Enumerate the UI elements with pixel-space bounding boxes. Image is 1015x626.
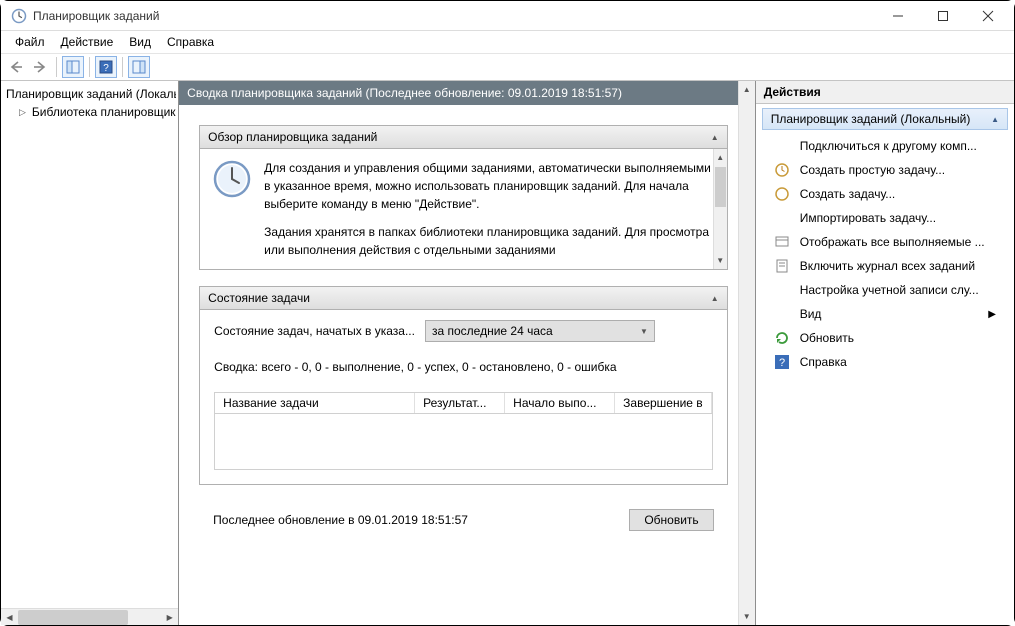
toolbar: ? [1,53,1014,81]
menu-view[interactable]: Вид [121,33,159,51]
refresh-icon [774,330,790,346]
actions-subheader-text: Планировщик заданий (Локальный) [771,112,971,126]
overview-p2: Задания хранятся в папках библиотеки пла… [264,223,715,259]
action-account-cfg-label: Настройка учетной записи слу... [800,283,979,297]
center-header: Сводка планировщика заданий (Последнее о… [179,81,738,105]
col-result[interactable]: Результат... [415,393,505,413]
action-show-running[interactable]: Отображать все выполняемые ... [756,230,1014,254]
overview-title: Обзор планировщика заданий [208,130,377,144]
overview-clock-icon [212,159,252,199]
tree-pane: Планировщик заданий (Локальный) ▷ Библио… [1,81,179,625]
status-section: Состояние задачи ▲ Состояние задач, нача… [199,286,728,485]
action-help[interactable]: ? Справка [756,350,1014,374]
action-import-label: Импортировать задачу... [800,211,936,225]
tree-library-label: Библиотека планировщика [32,105,176,119]
action-view-label: Вид [800,307,822,321]
actions-header: Действия [756,81,1014,104]
overview-section-header[interactable]: Обзор планировщика заданий ▲ [200,126,727,149]
enable-log-icon [774,258,790,274]
overview-v-scrollbar[interactable]: ▲ ▼ [713,149,727,269]
actions-pane: Действия Планировщик заданий (Локальный)… [755,81,1014,625]
last-update-text: Последнее обновление в 09.01.2019 18:51:… [213,513,468,527]
view-icon [774,306,790,322]
menu-file[interactable]: Файл [7,33,53,51]
refresh-button[interactable]: Обновить [629,509,713,531]
status-period-combo[interactable]: за последние 24 часа ▼ [425,320,655,342]
app-icon [11,8,27,24]
forward-button[interactable] [29,56,51,78]
center-v-scrollbar[interactable]: ▲ ▼ [738,81,755,625]
action-connect-label: Подключиться к другому комп... [800,139,977,153]
overview-p1: Для создания и управления общими задания… [264,159,715,213]
svg-text:?: ? [779,357,785,369]
tree-h-scrollbar[interactable]: ◀ ▶ [1,608,178,625]
overview-section: Обзор планировщика заданий ▲ Для создани… [199,125,728,270]
collapse-icon: ▲ [991,115,999,124]
action-help-label: Справка [800,355,847,369]
status-period-label: Состояние задач, начатых в указа... [214,324,415,338]
status-combo-value: за последние 24 часа [432,324,553,338]
connect-icon [774,138,790,154]
account-cfg-icon [774,282,790,298]
chevron-down-icon: ▼ [640,327,648,336]
show-actions-button[interactable] [128,56,150,78]
action-refresh-label: Обновить [800,331,854,345]
maximize-button[interactable] [920,2,965,30]
task-table-body [214,414,713,470]
col-start[interactable]: Начало выпо... [505,393,615,413]
menu-bar: Файл Действие Вид Справка [1,31,1014,53]
window-title: Планировщик заданий [33,9,159,23]
action-enable-log-label: Включить журнал всех заданий [800,259,975,273]
action-import[interactable]: Импортировать задачу... [756,206,1014,230]
action-account-cfg[interactable]: Настройка учетной записи слу... [756,278,1014,302]
action-enable-log[interactable]: Включить журнал всех заданий [756,254,1014,278]
status-section-header[interactable]: Состояние задачи ▲ [200,287,727,310]
task-table-header: Название задачи Результат... Начало выпо… [214,392,713,414]
actions-subheader[interactable]: Планировщик заданий (Локальный) ▲ [762,108,1008,130]
expander-icon[interactable]: ▷ [19,107,26,118]
collapse-icon: ▲ [711,294,719,303]
collapse-icon: ▲ [711,133,719,142]
import-icon [774,210,790,226]
help-toolbar-button[interactable]: ? [95,56,117,78]
minimize-button[interactable] [875,2,920,30]
status-title: Состояние задачи [208,291,310,305]
action-show-running-label: Отображать все выполняемые ... [800,235,985,249]
menu-help[interactable]: Справка [159,33,222,51]
back-button[interactable] [5,56,27,78]
center-pane: Сводка планировщика заданий (Последнее о… [179,81,755,625]
action-create-basic[interactable]: Создать простую задачу... [756,158,1014,182]
close-button[interactable] [965,2,1010,30]
action-connect[interactable]: Подключиться к другому комп... [756,134,1014,158]
tree-root[interactable]: Планировщик заданий (Локальный) [3,85,176,103]
action-view[interactable]: Вид ▶ [756,302,1014,326]
tree-root-label: Планировщик заданий (Локальный) [6,87,176,101]
col-task-name[interactable]: Название задачи [215,393,415,413]
create-basic-icon [774,162,790,178]
svg-text:?: ? [103,63,109,74]
col-end[interactable]: Завершение в [615,393,712,413]
tree-library[interactable]: ▷ Библиотека планировщика [3,103,176,121]
show-tree-button[interactable] [62,56,84,78]
display-running-icon [774,234,790,250]
action-create-basic-label: Создать простую задачу... [800,163,945,177]
action-create-task[interactable]: Создать задачу... [756,182,1014,206]
action-refresh[interactable]: Обновить [756,326,1014,350]
submenu-arrow-icon: ▶ [988,309,996,320]
menu-action[interactable]: Действие [53,33,122,51]
action-create-task-label: Создать задачу... [800,187,896,201]
status-summary: Сводка: всего - 0, 0 - выполнение, 0 - у… [214,360,713,374]
title-bar: Планировщик заданий [1,1,1014,31]
create-task-icon [774,186,790,202]
help-icon: ? [774,354,790,370]
